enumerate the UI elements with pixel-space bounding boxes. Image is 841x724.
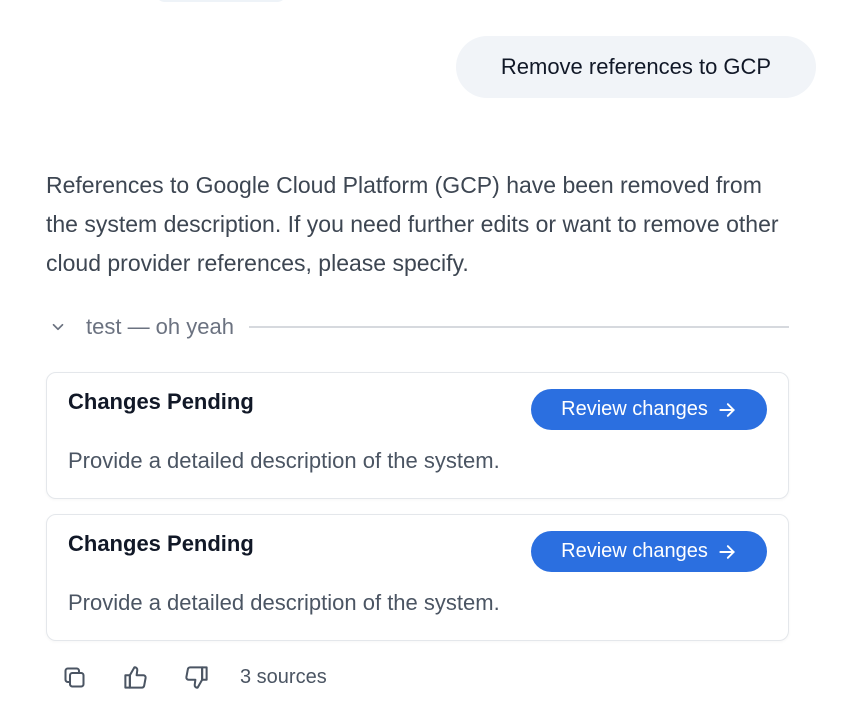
chevron-down-icon[interactable]	[46, 315, 70, 339]
changes-pending-card: Changes Pending Review changes Provide a…	[46, 514, 789, 641]
arrow-right-icon	[717, 400, 737, 420]
review-changes-label: Review changes	[561, 398, 708, 420]
review-changes-button[interactable]: Review changes	[531, 389, 767, 430]
card-title: Changes Pending	[68, 389, 254, 414]
changes-pending-card: Changes Pending Review changes Provide a…	[46, 372, 789, 499]
card-description: Provide a detailed description of the sy…	[68, 448, 500, 473]
thumbs-up-icon[interactable]	[119, 661, 151, 693]
sources-link[interactable]: 3 sources	[240, 666, 327, 689]
review-changes-label: Review changes	[561, 540, 708, 562]
review-changes-button[interactable]: Review changes	[531, 531, 767, 572]
message-action-bar: 3 sources	[58, 658, 327, 696]
thumbs-down-icon[interactable]	[180, 661, 212, 693]
collapsible-section-header[interactable]: test — oh yeah	[46, 310, 789, 344]
card-title: Changes Pending	[68, 531, 254, 556]
collapsible-divider	[248, 326, 789, 328]
card-description: Provide a detailed description of the sy…	[68, 590, 500, 615]
previous-message-edge	[155, 0, 287, 2]
collapsible-section-label[interactable]: test — oh yeah	[86, 314, 249, 340]
user-message-bubble: Remove references to GCP	[456, 36, 816, 98]
assistant-message: References to Google Cloud Platform (GCP…	[46, 172, 779, 276]
copy-icon[interactable]	[58, 661, 90, 693]
arrow-right-icon	[717, 542, 737, 562]
